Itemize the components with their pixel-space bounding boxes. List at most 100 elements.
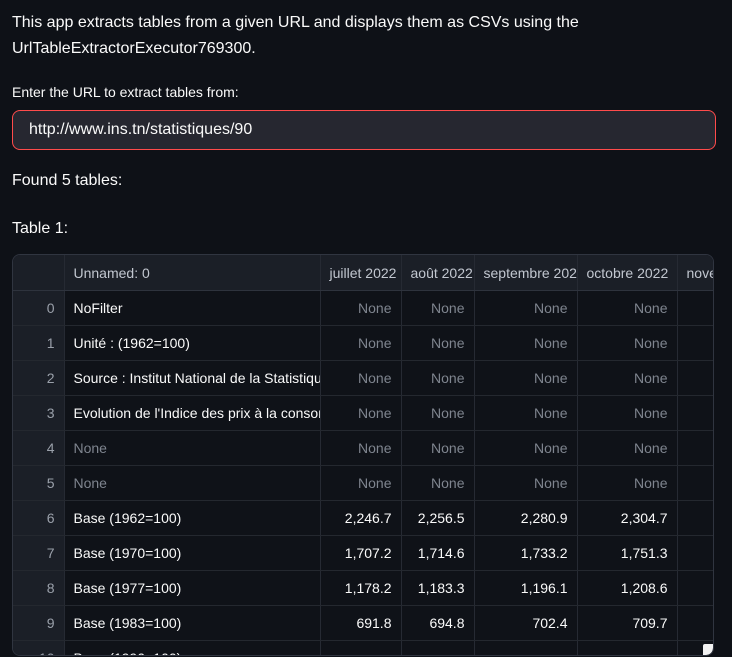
table-cell[interactable]: None (474, 466, 577, 501)
table-cell[interactable]: None (577, 466, 677, 501)
row-index-cell[interactable]: 3 (13, 396, 64, 431)
table-header-cell[interactable]: Unnamed: 0 (64, 255, 320, 291)
table-cell[interactable]: None (320, 361, 401, 396)
row-index-cell[interactable]: 10 (13, 641, 64, 657)
table-cell[interactable]: Base (1990=100) (64, 641, 320, 657)
table-cell[interactable]: None (401, 291, 474, 326)
table-row: 0NoFilterNoneNoneNoneNone (13, 291, 714, 326)
table-row: 5NoneNoneNoneNoneNone (13, 466, 714, 501)
table-cell[interactable]: None (320, 326, 401, 361)
table-cell[interactable] (401, 641, 474, 657)
table-cell[interactable] (474, 641, 577, 657)
row-index-cell[interactable]: 7 (13, 536, 64, 571)
table-cell[interactable]: None (474, 361, 577, 396)
table-row: 9Base (1983=100)691.8694.8702.4709.7 (13, 606, 714, 641)
table-cell[interactable] (320, 641, 401, 657)
table-cell[interactable]: None (474, 326, 577, 361)
table-cell[interactable]: None (401, 361, 474, 396)
table-cell[interactable]: 1,208.6 (577, 571, 677, 606)
table-cell[interactable]: None (577, 361, 677, 396)
url-input[interactable] (13, 111, 715, 149)
app-page: This app extracts tables from a given UR… (0, 0, 732, 656)
table-header-cell[interactable]: octobre 2022 (577, 255, 677, 291)
table-cell[interactable]: None (401, 431, 474, 466)
dataframe-container: Unnamed: 0juillet 2022août 2022septembre… (12, 254, 714, 656)
table-cell[interactable]: Base (1970=100) (64, 536, 320, 571)
table-cell[interactable]: None (577, 291, 677, 326)
table-header-cell[interactable]: juillet 2022 (320, 255, 401, 291)
table-cell[interactable]: None (474, 431, 577, 466)
table-row: 4NoneNoneNoneNoneNone (13, 431, 714, 466)
table-cell[interactable] (677, 361, 714, 396)
table-cell[interactable] (677, 291, 714, 326)
table-cell[interactable]: Evolution de l'Indice des prix à la cons… (64, 396, 320, 431)
table-header: Unnamed: 0juillet 2022août 2022septembre… (13, 255, 714, 291)
table-cell[interactable]: None (474, 396, 577, 431)
table-cell[interactable]: None (64, 431, 320, 466)
table-cell[interactable]: 1,178.2 (320, 571, 401, 606)
table-cell[interactable]: None (577, 396, 677, 431)
table-cell[interactable]: 694.8 (401, 606, 474, 641)
table-cell[interactable]: Base (1977=100) (64, 571, 320, 606)
table-header-cell[interactable] (13, 255, 64, 291)
found-tables-text: Found 5 tables: (12, 168, 720, 194)
url-input-label: Enter the URL to extract tables from: (12, 82, 720, 102)
row-index-cell[interactable]: 0 (13, 291, 64, 326)
table-cell[interactable]: 2,246.7 (320, 501, 401, 536)
table-cell[interactable]: None (320, 291, 401, 326)
table-cell[interactable]: 1,733.2 (474, 536, 577, 571)
table-row: 8Base (1977=100)1,178.21,183.31,196.11,2… (13, 571, 714, 606)
table-cell[interactable]: None (320, 466, 401, 501)
table-cell[interactable]: 1,183.3 (401, 571, 474, 606)
table-cell[interactable]: 2,304.7 (577, 501, 677, 536)
table-cell[interactable]: NoFilter (64, 291, 320, 326)
table-cell[interactable]: 1,196.1 (474, 571, 577, 606)
table-cell[interactable]: None (320, 431, 401, 466)
table-cell[interactable] (677, 326, 714, 361)
table-cell[interactable] (677, 431, 714, 466)
row-index-cell[interactable]: 6 (13, 501, 64, 536)
table-cell[interactable] (677, 606, 714, 641)
table-cell[interactable]: None (320, 396, 401, 431)
table-cell[interactable]: None (577, 431, 677, 466)
data-table: Unnamed: 0juillet 2022août 2022septembre… (13, 255, 714, 656)
row-index-cell[interactable]: 2 (13, 361, 64, 396)
table-cell[interactable]: 702.4 (474, 606, 577, 641)
table-cell[interactable] (677, 536, 714, 571)
table-cell[interactable]: Base (1962=100) (64, 501, 320, 536)
table-cell[interactable]: 2,256.5 (401, 501, 474, 536)
row-index-cell[interactable]: 9 (13, 606, 64, 641)
table-row: 10Base (1990=100) (13, 641, 714, 657)
table-cell[interactable]: Unité : (1962=100) (64, 326, 320, 361)
table-cell[interactable] (577, 641, 677, 657)
row-index-cell[interactable]: 8 (13, 571, 64, 606)
table-cell[interactable] (677, 571, 714, 606)
table-cell[interactable]: None (401, 466, 474, 501)
table-cell[interactable]: 1,714.6 (401, 536, 474, 571)
table-cell[interactable]: 1,751.3 (577, 536, 677, 571)
table-header-cell[interactable]: septembre 2022 (474, 255, 577, 291)
table-cell[interactable]: 691.8 (320, 606, 401, 641)
table-row: 1Unité : (1962=100)NoneNoneNoneNone (13, 326, 714, 361)
table-cell[interactable] (677, 501, 714, 536)
table-cell[interactable]: None (401, 326, 474, 361)
table-cell[interactable]: None (474, 291, 577, 326)
table-cell[interactable]: None (577, 326, 677, 361)
table-header-cell[interactable]: novembre 2022 (677, 255, 714, 291)
table-row: 7Base (1970=100)1,707.21,714.61,733.21,7… (13, 536, 714, 571)
table-cell[interactable] (677, 466, 714, 501)
row-index-cell[interactable]: 1 (13, 326, 64, 361)
table-cell[interactable]: 1,707.2 (320, 536, 401, 571)
table-cell[interactable]: None (401, 396, 474, 431)
table-cell[interactable]: 709.7 (577, 606, 677, 641)
table-cell[interactable]: None (64, 466, 320, 501)
table-row: 3Evolution de l'Indice des prix à la con… (13, 396, 714, 431)
table-cell[interactable]: Base (1983=100) (64, 606, 320, 641)
table-resize-handle[interactable] (703, 644, 713, 655)
table-cell[interactable]: Source : Institut National de la Statist… (64, 361, 320, 396)
table-header-cell[interactable]: août 2022 (401, 255, 474, 291)
table-cell[interactable]: 2,280.9 (474, 501, 577, 536)
row-index-cell[interactable]: 5 (13, 466, 64, 501)
row-index-cell[interactable]: 4 (13, 431, 64, 466)
table-cell[interactable] (677, 396, 714, 431)
